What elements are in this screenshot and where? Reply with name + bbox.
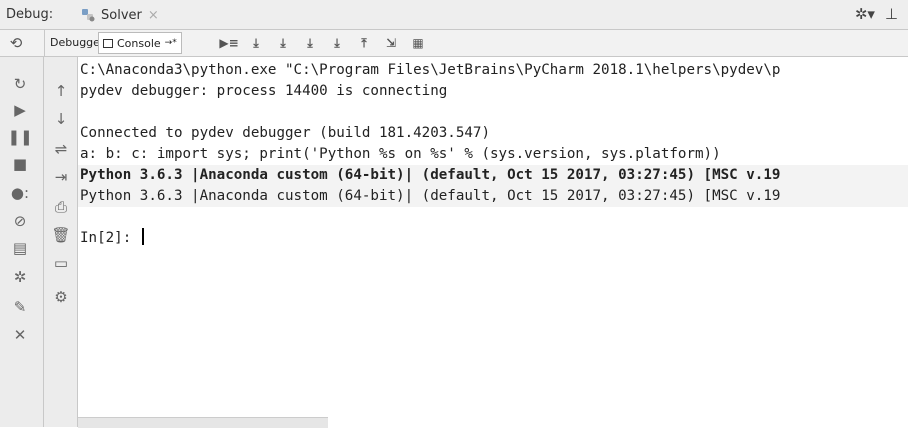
console-line: a: b: c: import sys; print('Python %s on… [80,146,721,162]
tab-debugger[interactable]: Debugger [50,36,104,49]
tab-solver[interactable]: Solver × [76,4,165,26]
stop-icon[interactable]: ■ [10,154,30,174]
clear-all-icon[interactable]: 🗑 [51,225,71,245]
debug-label: Debug: [6,7,54,22]
rerun-icon[interactable]: ⟲ [6,34,26,52]
text-cursor [141,228,144,245]
step-over-icon[interactable]: ⤓ [247,34,265,52]
divider [44,30,45,57]
pin-icon: →* [164,38,177,48]
console-line: C:\Anaconda3\python.exe "C:\Program File… [80,62,781,78]
debug-tool-window-header: Debug: Solver × ✲▾ ⊥ [0,0,908,30]
console-line: Connected to pydev debugger (build 181.4… [80,125,490,141]
restore-layout-icon[interactable]: ▤ [10,238,30,258]
show-console-icon[interactable]: ▭ [51,253,71,273]
show-execution-point-icon[interactable]: ▶≡ [219,34,238,52]
pause-icon[interactable]: ❚❚ [7,127,32,147]
pin-icon[interactable]: ✎ [10,297,30,317]
force-step-into-icon[interactable]: ⤓ [328,34,346,52]
step-into-icon[interactable]: ⤓ [274,34,292,52]
tab-label: Solver [101,7,142,23]
tab-console-label: Console [117,36,161,50]
close-icon[interactable]: ✕ [10,325,30,345]
console-actions-sidebar: ↑ ↓ ⇌ ⇥ ⎙ 🗑 ▭ ⚙ [44,57,78,427]
run-to-cursor-icon[interactable]: ⇲ [382,34,400,52]
python-run-config-icon [80,8,96,22]
tab-close-icon[interactable]: × [148,8,159,23]
horizontal-scrollbar[interactable] [78,417,328,428]
resume-icon[interactable]: ▶ [10,100,30,120]
mute-breakpoints-icon[interactable]: ⊘ [10,211,30,231]
rerun-icon[interactable]: ↻ [10,74,30,94]
console-icon [103,38,113,48]
debug-actions-sidebar: ↻ ▶ ❚❚ ■ ●: ⊘ ▤ ✲ ✎ ✕ [0,57,44,427]
gear-icon[interactable]: ✲▾ [855,5,875,23]
settings-icon[interactable]: ✲ [10,267,30,287]
console-line: Python 3.6.3 |Anaconda custom (64-bit)| … [78,186,908,207]
settings-console-icon[interactable]: ⚙ [51,287,71,307]
tab-console[interactable]: Console →* [98,32,182,54]
scroll-to-end-icon[interactable]: ⇥ [51,167,71,187]
console-line: In[2]: [78,228,908,249]
up-arrow-icon[interactable]: ↑ [51,81,71,101]
console-line: pydev debugger: process 14400 is connect… [80,83,448,99]
soft-wrap-icon[interactable]: ⇌ [51,139,71,159]
step-into-my-code-icon[interactable]: ⤓ [301,34,319,52]
hide-window-icon[interactable]: ⊥ [885,5,898,23]
evaluate-expression-icon[interactable]: ▦ [409,34,427,52]
down-arrow-icon[interactable]: ↓ [51,109,71,129]
console-output[interactable]: C:\Anaconda3\python.exe "C:\Program File… [78,57,908,427]
step-out-icon[interactable]: ⤒ [355,34,373,52]
console-line: Python 3.6.3 |Anaconda custom (64-bit)| … [78,165,908,186]
print-icon[interactable]: ⎙ [51,197,71,217]
view-breakpoints-icon[interactable]: ●: [10,183,30,203]
debug-toolbar: ⟲ Debugger Console →* ▶≡ ⤓ ⤓ ⤓ ⤓ ⤒ ⇲ ▦ [0,30,908,57]
